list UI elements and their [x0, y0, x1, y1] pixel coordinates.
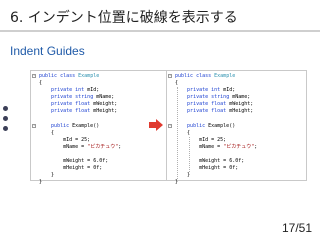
code-line: mHeight = 0f; [199, 165, 239, 172]
code-line: private float mWeight; [187, 101, 254, 108]
code-line: private int mId; [51, 87, 100, 94]
code-line: - public class Example [168, 73, 236, 79]
indent-guide [189, 136, 190, 173]
slide-subtitle: Indent Guides [10, 44, 85, 58]
code-line: { [175, 129, 191, 136]
code-line: mHeight = 0f; [63, 165, 103, 172]
code-line: private int mId; [187, 87, 236, 94]
code-block-after: - public class Example{ private int mId; … [167, 73, 306, 185]
bullet-dot [3, 116, 8, 121]
fold-toggle-icon[interactable]: - [32, 123, 36, 128]
code-line: - public Example() [168, 122, 236, 129]
code-line: } [175, 172, 191, 179]
code-line: - public class Example [32, 73, 100, 79]
code-line: mWeight = 6.0f; [63, 158, 109, 165]
code-panel-after: - public class Example{ private int mId; … [166, 70, 307, 185]
code-line: { [175, 80, 179, 87]
fold-toggle-icon[interactable]: - [168, 123, 172, 128]
code-line: private string mName; [51, 94, 115, 101]
code-line: } [39, 179, 43, 186]
slide-title: 6. インデント位置に破線を表示する [10, 10, 238, 26]
code-line: mName = "ピカチュウ"; [199, 143, 258, 150]
title-divider [0, 30, 320, 32]
code-line: private float mHeight; [187, 108, 254, 115]
code-line: } [39, 172, 55, 179]
fold-toggle-icon[interactable]: - [32, 74, 36, 78]
page-number: 17/51 [281, 221, 312, 235]
right-arrow-icon [149, 119, 163, 131]
code-line: { [39, 80, 43, 87]
code-line: mId = 25; [199, 136, 227, 143]
code-line: } [175, 179, 179, 186]
bullet-dot [3, 106, 8, 111]
code-line: mId = 25; [63, 136, 91, 143]
code-line: private float mHeight; [51, 108, 118, 115]
indent-guide [177, 87, 178, 180]
bullet-dot [3, 126, 8, 131]
code-line: mWeight = 6.0f; [199, 158, 245, 165]
code-line: private string mName; [187, 94, 251, 101]
code-line: mName = "ピカチュウ"; [63, 143, 122, 150]
code-line: private float mWeight; [51, 101, 118, 108]
fold-toggle-icon[interactable]: - [168, 74, 172, 78]
